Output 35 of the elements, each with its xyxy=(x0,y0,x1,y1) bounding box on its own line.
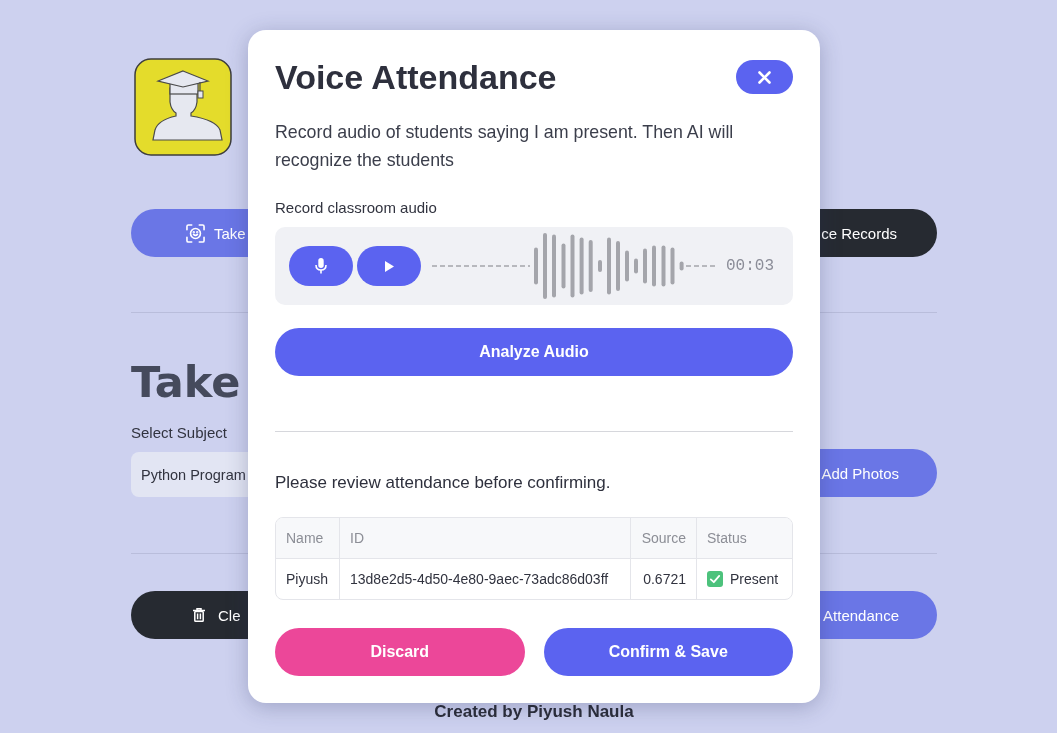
face-scan-icon xyxy=(186,223,205,243)
add-photos-button[interactable]: Add Photos xyxy=(820,449,937,497)
microphone-icon xyxy=(315,258,327,274)
subject-label: Select Subject xyxy=(131,424,227,442)
status-text: Present xyxy=(730,571,779,587)
discard-button[interactable]: Discard xyxy=(275,628,525,676)
column-header: Name xyxy=(276,518,340,559)
analyze-button[interactable]: Analyze Audio xyxy=(275,328,793,376)
clear-button[interactable]: Cle xyxy=(131,591,248,639)
column-header: ID xyxy=(340,518,631,559)
close-icon xyxy=(758,70,771,84)
dialog-description: Record audio of students saying I am present. Then AI will recognize the students xyxy=(275,121,735,172)
table-cell: Piyush xyxy=(276,559,340,599)
subject-select[interactable]: Python Program xyxy=(131,452,248,497)
column-header: Status xyxy=(697,518,792,559)
attendance-button[interactable]: Attendance xyxy=(820,591,937,639)
recorder-label: Record classroom audio xyxy=(275,199,437,217)
record-button[interactable] xyxy=(289,246,353,286)
records-button[interactable]: ce Records xyxy=(820,209,937,257)
take-button[interactable]: Take xyxy=(131,209,248,257)
dialog-title: Voice Attendance xyxy=(275,60,557,94)
confirm-button[interactable]: Confirm & Save xyxy=(543,628,793,676)
close-button[interactable] xyxy=(736,60,793,94)
check-icon xyxy=(707,571,723,587)
review-note: Please review attendance before confirming. xyxy=(275,473,612,493)
table-cell: 0.6721 xyxy=(631,559,697,599)
play-icon xyxy=(384,260,394,272)
play-button[interactable] xyxy=(357,246,421,286)
graduate-logo-icon xyxy=(134,58,232,156)
table-cell: 13d8e2d5-4d50-4e80-9aec-73adc86d03ff xyxy=(340,559,631,599)
recording-time: 00:03 xyxy=(726,257,774,275)
column-header: Source xyxy=(631,518,697,559)
credit-text: Created by Piyush Naula xyxy=(434,703,634,720)
section-heading: Take xyxy=(131,361,241,404)
trash-icon xyxy=(193,608,205,622)
